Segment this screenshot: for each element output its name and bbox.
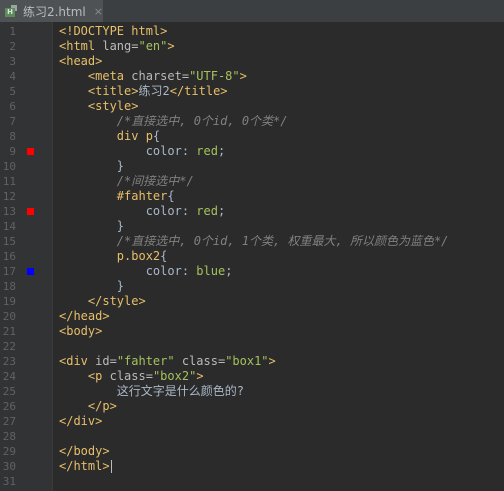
code-line-4[interactable]: 4 <meta charset="UTF-8"> [0,69,504,84]
code-text: /*直接选中, 0个id, 1个类, 权重最大, 所以颜色为蓝色*/ [116,234,449,248]
line-number: 23 [2,355,16,368]
code-line-20[interactable]: 20 </head> [0,309,504,324]
line-number: 16 [2,250,16,263]
code-line-8[interactable]: 8 div p{ [0,129,504,144]
line-number: 15 [2,235,16,248]
code-line-24[interactable]: 24 <p class="box2"> [0,369,504,384]
line-number: 12 [2,190,16,203]
line-number: 11 [2,175,16,188]
text-cursor [110,460,112,473]
code-line-21[interactable]: 21 <body> [0,324,504,339]
color-swatch-red [27,148,34,155]
code-text: /*间接选中*/ [116,174,194,188]
code-line-25[interactable]: 25 这行文字是什么颜色的? [0,384,504,399]
code-line-16[interactable]: 16 p.box2{ [0,249,504,264]
code-line-5[interactable]: 5 <title>练习2</title> [0,84,504,99]
line-number: 22 [2,340,16,353]
line-number: 30 [2,460,16,473]
line-number: 17 [2,265,16,278]
line-number: 24 [2,370,16,383]
code-text: div p{ [116,129,161,143]
line-number: 3 [9,55,16,68]
code-text: </body> [59,444,110,458]
line-number: 27 [2,415,16,428]
code-text: <meta charset="UTF-8"> [87,69,247,83]
code-line-26[interactable]: 26 </p> [0,399,504,414]
line-number: 19 [2,295,16,308]
code-text: <title>练习2</title> [87,84,228,98]
code-text: /*直接选中, 0个id, 0个类*/ [116,114,288,128]
code-line-22[interactable]: 22 [0,339,504,354]
color-swatch-blue [27,268,34,275]
tab-filename: 练习2.html [22,4,86,19]
line-number: 10 [2,160,16,173]
line-number: 1 [9,25,16,38]
code-line-30[interactable]: 30 </html> [0,459,504,474]
line-number: 7 [9,115,16,128]
line-number: 5 [9,85,16,98]
code-text: } [59,159,125,173]
code-line-9[interactable]: 9 color: red; [0,144,504,159]
line-number: 25 [2,385,16,398]
code-text: p.box2{ [116,249,168,263]
code-text: color: red; [145,144,226,158]
line-number: 4 [9,70,16,83]
code-text: </html> [59,459,112,473]
code-text: 这行文字是什么颜色的? [59,384,245,398]
code-text: } [59,279,125,293]
code-line-12[interactable]: 12 #fahter{ [0,189,504,204]
code-text: </div> [59,414,103,428]
code-line-15[interactable]: 15 /*直接选中, 0个id, 1个类, 权重最大, 所以颜色为蓝色*/ [0,234,504,249]
code-text: </head> [59,309,110,323]
code-text: color: blue; [145,264,233,278]
code-text: <body> [59,324,103,338]
code-line-31[interactable]: 31 [0,474,504,489]
code-line-18[interactable]: 18 } [0,279,504,294]
code-text: } [59,219,125,233]
code-line-27[interactable]: 27 </div> [0,414,504,429]
line-number: 26 [2,400,16,413]
code-line-29[interactable]: 29 </body> [0,444,504,459]
line-number: 18 [2,280,16,293]
code-text: <div id="fahter" class="box1"> [59,354,276,368]
html-file-icon: H [5,5,17,17]
code-text: #fahter{ [116,189,175,203]
close-tab-icon[interactable]: × [94,5,103,18]
line-number: 28 [2,430,16,443]
line-number: 13 [2,205,16,218]
code-line-6[interactable]: 6 <style> [0,99,504,114]
code-text: </style> [87,294,146,308]
code-line-11[interactable]: 11 /*间接选中*/ [0,174,504,189]
code-text: <p class="box2"> [87,369,204,383]
code-line-28[interactable]: 28 [0,429,504,444]
line-number: 2 [9,40,16,53]
line-number: 31 [2,475,16,488]
line-number: 20 [2,310,16,323]
code-line-13[interactable]: 13 color: red; [0,204,504,219]
code-line-7[interactable]: 7 /*直接选中, 0个id, 0个类*/ [0,114,504,129]
tab-file[interactable]: H 练习2.html × [0,0,103,22]
code-line-19[interactable]: 19 </style> [0,294,504,309]
line-number: 9 [9,145,16,158]
line-number: 29 [2,445,16,458]
code-text: <style> [87,99,139,113]
code-line-3[interactable]: 3 <head> [0,54,504,69]
line-number: 8 [9,130,16,143]
line-number: 21 [2,325,16,338]
editor-tab-bar: H 练习2.html × [0,0,504,23]
code-line-17[interactable]: 17 color: blue; [0,264,504,279]
code-line-1[interactable]: 1 <!DOCTYPE html> [0,24,504,39]
code-text: <html lang="en"> [59,39,175,53]
code-line-2[interactable]: 2 <html lang="en"> [0,39,504,54]
line-number: 6 [9,100,16,113]
code-line-10[interactable]: 10 } [0,159,504,174]
code-text: </p> [87,399,117,413]
code-text: color: red; [145,204,226,218]
code-line-14[interactable]: 14 } [0,219,504,234]
code-text: <!DOCTYPE html> [59,24,168,38]
color-swatch-red [27,208,34,215]
code-text: <head> [59,54,103,68]
code-line-23[interactable]: 23 <div id="fahter" class="box1"> [0,354,504,369]
line-number: 14 [2,220,16,233]
